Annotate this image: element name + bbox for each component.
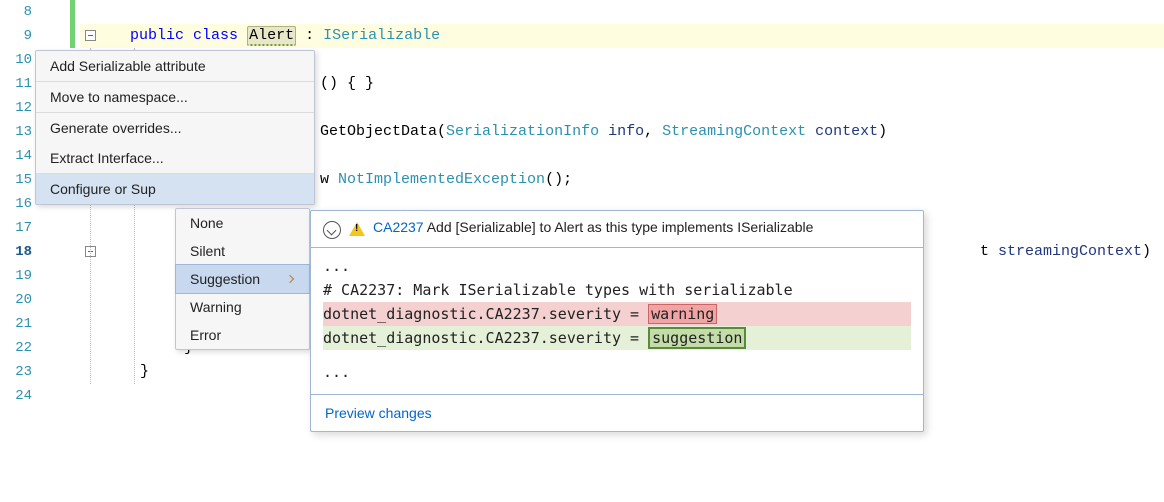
menu-item-none[interactable]: None (176, 209, 309, 237)
warning-icon (349, 222, 365, 236)
line-number: 19 (0, 264, 32, 288)
line-number-gutter: 8 9 10 11 12 13 14 15 16 17 18 19 20 21 … (0, 0, 40, 502)
text: } (140, 363, 149, 380)
param: streamingContext (998, 243, 1142, 260)
diff-added-line: dotnet_diagnostic.CA2237.severity = sugg… (323, 326, 911, 350)
type-name: NotImplementedException (338, 171, 545, 188)
diagnostic-text: Add [Serializable] to Alert as this type… (424, 219, 814, 235)
diff-preview: ... # CA2237: Mark ISerializable types w… (311, 248, 923, 394)
type-name: SerializationInfo (446, 123, 599, 140)
diagnostic-title: CA2237 Add [Serializable] to Alert as th… (373, 219, 813, 235)
text: , (644, 123, 662, 140)
text: w (320, 171, 338, 188)
ellipsis: ... (323, 360, 911, 384)
diff-context: # CA2237: Mark ISerializable types with … (323, 278, 911, 302)
chevron-right-icon (286, 275, 294, 283)
ellipsis: ... (323, 254, 911, 278)
line-number: 15 (0, 168, 32, 192)
menu-item-silent[interactable]: Silent (176, 237, 309, 265)
line-number: 17 (0, 216, 32, 240)
quick-actions-menu: Add Serializable attribute Move to names… (35, 50, 315, 205)
keyword: class (193, 27, 238, 44)
removed-token: warning (648, 304, 717, 324)
code-line (130, 0, 1164, 24)
text: ) (878, 123, 887, 140)
label: Warning (190, 299, 242, 315)
param: info (599, 123, 644, 140)
menu-item-suggestion[interactable]: Suggestion (175, 264, 310, 294)
line-number-current: 18 (0, 240, 32, 264)
type-name: ISerializable (323, 27, 440, 44)
text: t (980, 243, 998, 260)
menu-item-warning[interactable]: Warning (176, 293, 309, 321)
line-number: 24 (0, 384, 32, 408)
label: None (190, 215, 223, 231)
class-name: Alert (247, 26, 296, 46)
text: (); (545, 171, 572, 188)
menu-item-move-namespace[interactable]: Move to namespace... (36, 82, 314, 112)
diff-removed-line: dotnet_diagnostic.CA2237.severity = warn… (323, 302, 911, 326)
line-number: 16 (0, 192, 32, 216)
preview-changes-link[interactable]: Preview changes (311, 395, 923, 431)
collapse-icon[interactable] (323, 221, 341, 239)
keyword: public (130, 27, 184, 44)
label: Silent (190, 243, 225, 259)
menu-item-error[interactable]: Error (176, 321, 309, 349)
type-name: StreamingContext (662, 123, 806, 140)
preview-header: CA2237 Add [Serializable] to Alert as th… (311, 211, 923, 247)
menu-item-configure-suppress[interactable]: Configure or Sup (36, 174, 314, 204)
line-number: 11 (0, 72, 32, 96)
text: dotnet_diagnostic.CA2237.severity = (323, 305, 648, 323)
text: dotnet_diagnostic.CA2237.severity = (323, 329, 648, 347)
menu-item-add-serializable[interactable]: Add Serializable attribute (36, 51, 314, 81)
line-number: 10 (0, 48, 32, 72)
text: () { } (320, 75, 374, 92)
label: Error (190, 327, 221, 343)
text: ) (1142, 243, 1151, 260)
line-number: 23 (0, 360, 32, 384)
diagnostic-preview-popup: CA2237 Add [Serializable] to Alert as th… (310, 210, 924, 432)
method-name: GetObjectData (320, 123, 437, 140)
line-number: 22 (0, 336, 32, 360)
menu-item-extract-interface[interactable]: Extract Interface... (36, 143, 314, 173)
rule-link[interactable]: CA2237 (373, 219, 424, 235)
line-number: 13 (0, 120, 32, 144)
param: context (806, 123, 878, 140)
line-number: 20 (0, 288, 32, 312)
label: Suggestion (190, 271, 260, 287)
text: : (296, 27, 323, 44)
severity-submenu: None Silent Suggestion Warning Error (175, 208, 310, 350)
change-indicator (70, 0, 75, 48)
line-number: 8 (0, 0, 32, 24)
code-line: public class Alert : ISerializable (130, 24, 1164, 48)
line-number: 9 (0, 24, 32, 48)
line-number: 12 (0, 96, 32, 120)
line-number: 21 (0, 312, 32, 336)
line-number: 14 (0, 144, 32, 168)
spacer (323, 350, 911, 360)
added-token: suggestion (648, 327, 746, 349)
menu-item-generate-overrides[interactable]: Generate overrides... (36, 113, 314, 143)
